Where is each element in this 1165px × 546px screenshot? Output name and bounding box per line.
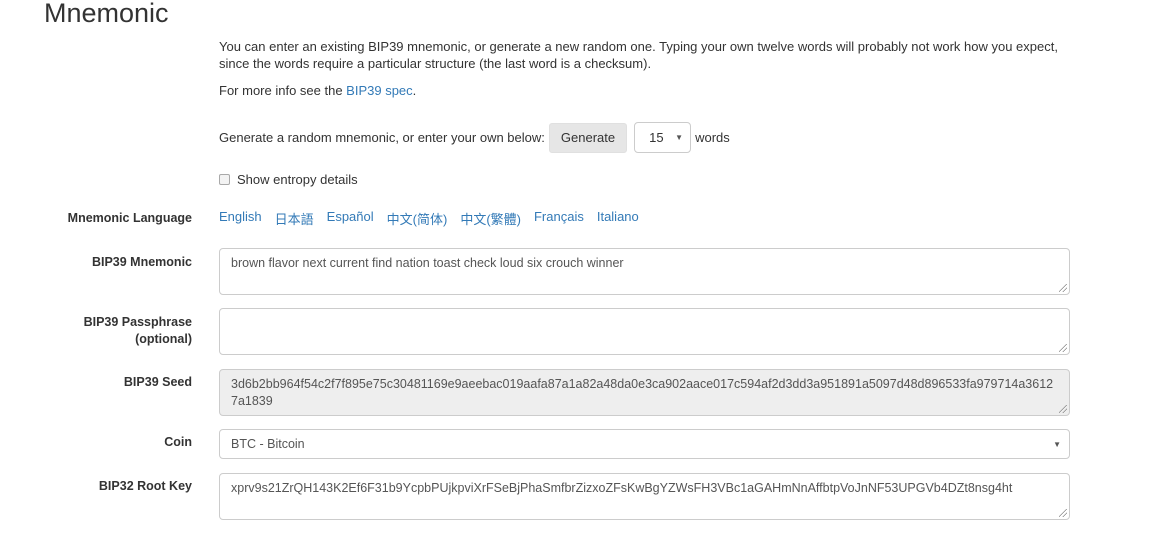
- passphrase-label-line2: (optional): [135, 332, 192, 346]
- bip32-root-key-input[interactable]: xprv9s21ZrQH143K2Ef6F31b9YcpbPUjkpviXrFS…: [219, 473, 1070, 520]
- word-count-value: 15: [649, 130, 664, 145]
- language-option-spanish[interactable]: Español: [327, 209, 374, 228]
- bip39-mnemonic-input[interactable]: brown flavor next current find nation to…: [219, 248, 1070, 295]
- words-label: words: [695, 130, 730, 145]
- section-title: Mnemonic: [44, 0, 169, 28]
- language-option-french[interactable]: Français: [534, 209, 584, 228]
- entropy-toggle[interactable]: Show entropy details: [219, 172, 358, 187]
- coin-select[interactable]: BTC - Bitcoin ▼: [219, 429, 1070, 459]
- generate-button[interactable]: Generate: [548, 122, 628, 153]
- entropy-checkbox[interactable]: [219, 174, 230, 185]
- more-info-text: For more info see the BIP39 spec.: [219, 82, 1079, 99]
- coin-label: Coin: [164, 435, 192, 449]
- resize-handle-icon[interactable]: [1059, 405, 1067, 413]
- language-option-english[interactable]: English: [219, 209, 262, 228]
- bip32-root-key-value: xprv9s21ZrQH143K2Ef6F31b9YcpbPUjkpviXrFS…: [231, 481, 1013, 495]
- resize-handle-icon[interactable]: [1059, 344, 1067, 352]
- bip32-root-key-label: BIP32 Root Key: [98, 479, 192, 493]
- language-option-japanese[interactable]: 日本語: [275, 209, 314, 228]
- bip39-seed-output[interactable]: 3d6b2bb964f54c2f7f895e75c30481169e9aeeba…: [219, 369, 1070, 416]
- bip39-passphrase-input[interactable]: [219, 308, 1070, 355]
- language-list: English 日本語 Español 中文(简体) 中文(繁體) França…: [219, 209, 652, 228]
- language-option-chinese-simplified[interactable]: 中文(简体): [387, 209, 448, 228]
- entropy-checkbox-label: Show entropy details: [237, 172, 358, 187]
- intro-text: You can enter an existing BIP39 mnemonic…: [219, 39, 1058, 71]
- bip39-mnemonic-label: BIP39 Mnemonic: [91, 255, 192, 269]
- more-info-suffix: .: [412, 83, 417, 98]
- generate-prompt: Generate a random mnemonic, or enter you…: [219, 130, 545, 145]
- generate-row: Generate a random mnemonic, or enter you…: [219, 122, 730, 153]
- chevron-down-icon: ▼: [1053, 439, 1061, 449]
- chevron-down-icon: ▼: [675, 133, 684, 142]
- bip39-mnemonic-value: brown flavor next current find nation to…: [231, 256, 624, 270]
- bip39-passphrase-label: BIP39 Passphrase (optional): [40, 314, 192, 348]
- coin-selected-value: BTC - Bitcoin: [231, 437, 305, 451]
- more-info-prefix: For more info see the: [219, 83, 347, 98]
- passphrase-label-line1: BIP39 Passphrase: [83, 315, 192, 329]
- resize-handle-icon[interactable]: [1059, 509, 1067, 517]
- bip39-spec-link[interactable]: BIP39 spec: [346, 83, 413, 98]
- language-option-italian[interactable]: Italiano: [597, 209, 639, 228]
- mnemonic-language-label: Mnemonic Language: [67, 211, 192, 225]
- resize-handle-icon[interactable]: [1059, 284, 1067, 292]
- bip39-seed-value: 3d6b2bb964f54c2f7f895e75c30481169e9aeeba…: [231, 377, 1054, 408]
- bip39-seed-label: BIP39 Seed: [123, 375, 192, 389]
- language-option-chinese-traditional[interactable]: 中文(繁體): [460, 209, 521, 228]
- word-count-select[interactable]: 15 ▼: [634, 122, 692, 153]
